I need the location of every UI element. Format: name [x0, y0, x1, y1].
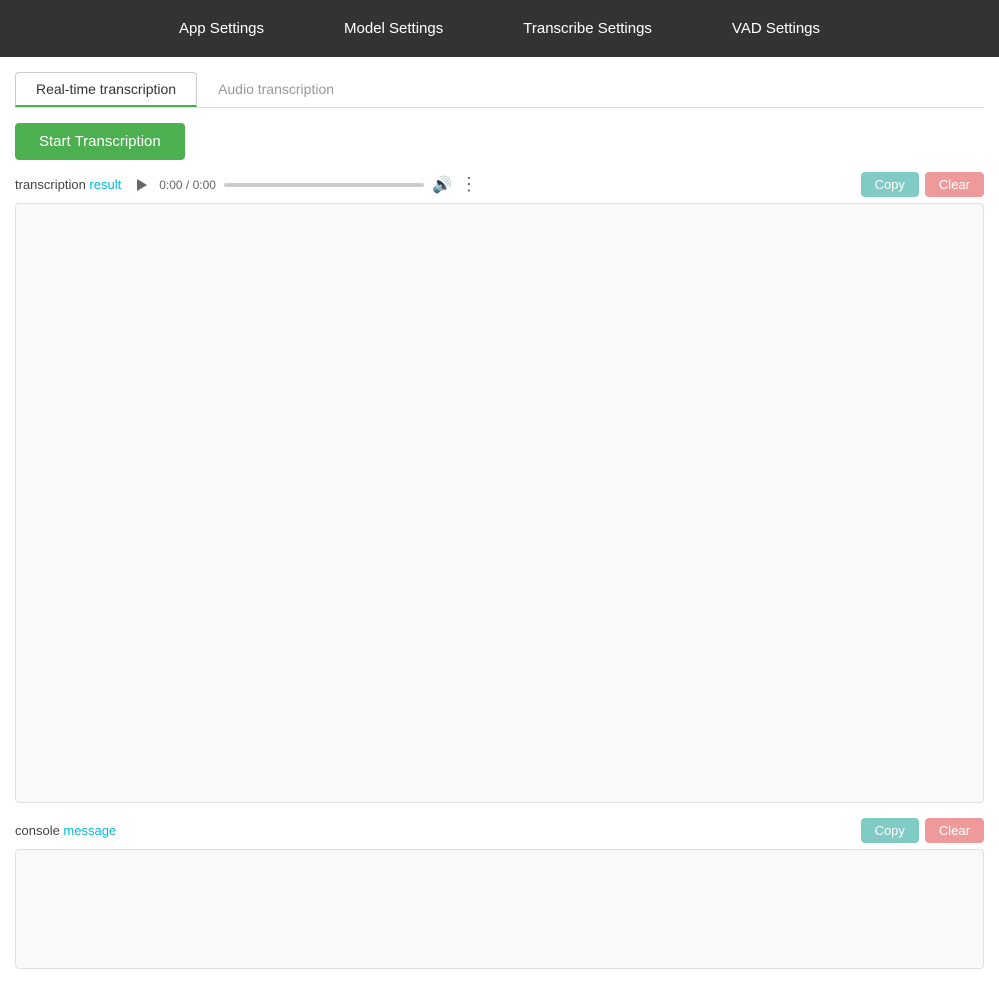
audio-time: 0:00 / 0:00 [159, 178, 216, 192]
tab-realtime[interactable]: Real-time transcription [15, 72, 197, 107]
console-copy-button[interactable]: Copy [861, 818, 919, 843]
start-transcription-button[interactable]: Start Transcription [15, 123, 185, 160]
more-options-icon[interactable]: ⋮ [460, 174, 479, 195]
nav-item-vad-settings[interactable]: VAD Settings [692, 0, 860, 57]
console-clear-button[interactable]: Clear [925, 818, 984, 843]
audio-progress-bar[interactable] [224, 183, 424, 187]
transcription-copy-button[interactable]: Copy [861, 172, 919, 197]
nav-item-app-settings[interactable]: App Settings [139, 0, 304, 57]
main-content: Real-time transcription Audio transcript… [0, 57, 999, 984]
tab-audio[interactable]: Audio transcription [197, 72, 355, 107]
console-message-box [15, 849, 984, 969]
console-message-row: console message Copy Clear [15, 818, 984, 843]
transcription-result-row: transcription result 0:00 / 0:00 🔊 ⋮ Cop… [15, 172, 984, 197]
navbar: App Settings Model Settings Transcribe S… [0, 0, 999, 57]
nav-item-transcribe-settings[interactable]: Transcribe Settings [483, 0, 692, 57]
nav-item-model-settings[interactable]: Model Settings [304, 0, 483, 57]
transcription-result-box [15, 203, 984, 803]
console-action-buttons: Copy Clear [861, 818, 984, 843]
transcription-clear-button[interactable]: Clear [925, 172, 984, 197]
tabs: Real-time transcription Audio transcript… [15, 72, 984, 108]
audio-player: 0:00 / 0:00 🔊 ⋮ [131, 174, 850, 195]
volume-icon[interactable]: 🔊 [432, 175, 452, 195]
transcription-action-buttons: Copy Clear [861, 172, 984, 197]
console-message-label: console message [15, 823, 116, 838]
transcription-result-label: transcription result [15, 177, 121, 192]
play-button[interactable] [131, 175, 151, 195]
